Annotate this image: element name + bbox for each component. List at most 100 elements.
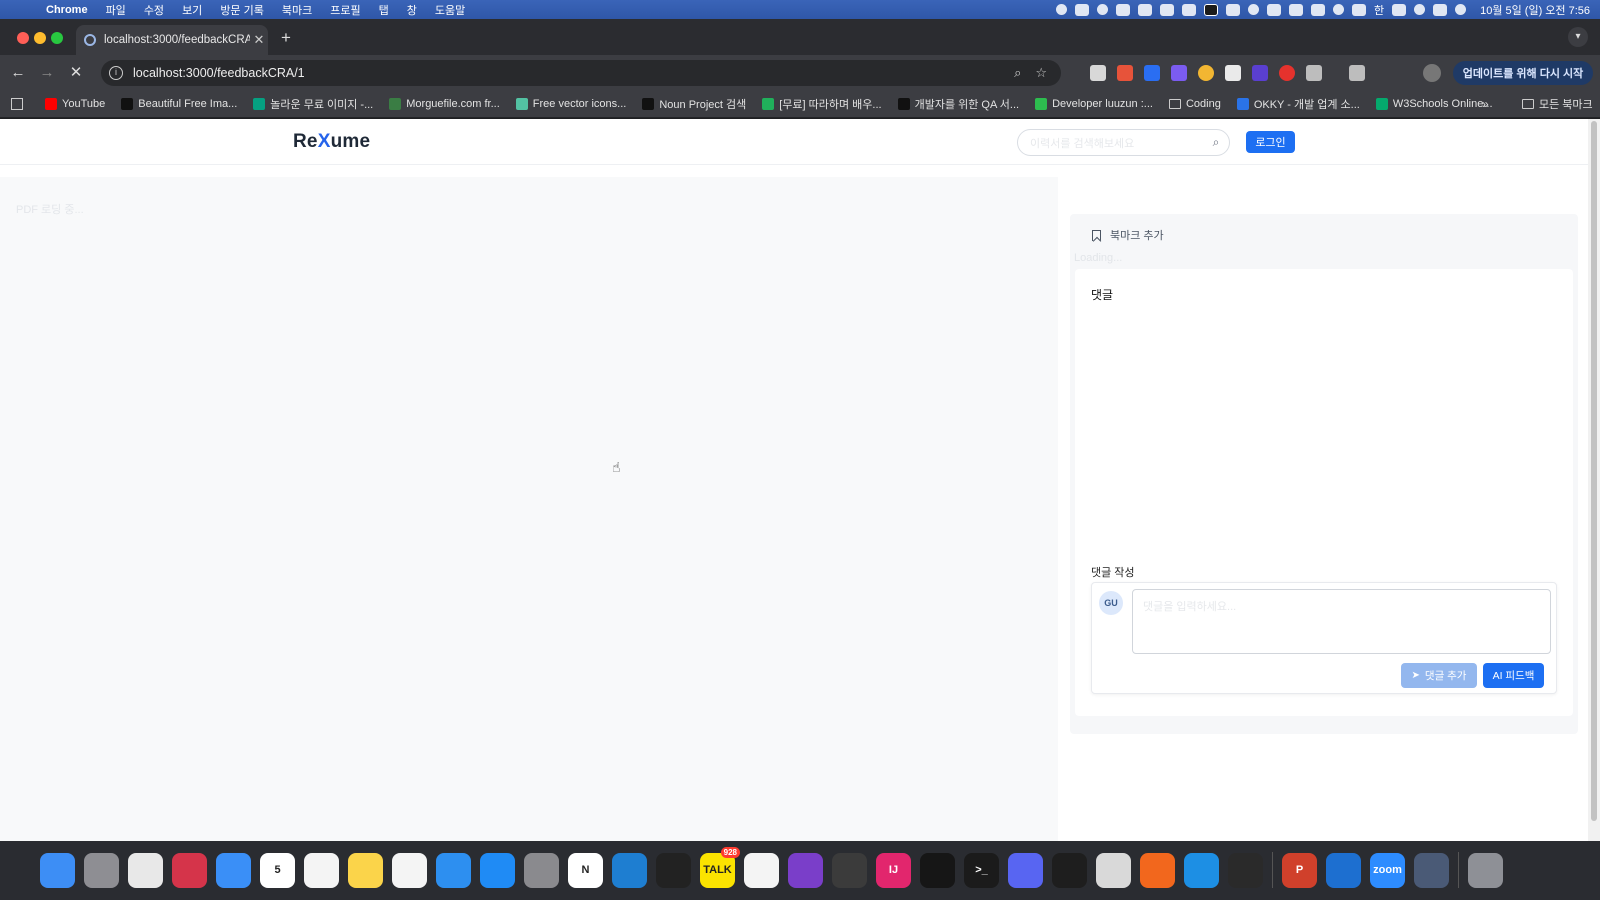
- menu-window[interactable]: 창: [407, 2, 417, 18]
- siri-icon[interactable]: [1455, 4, 1467, 15]
- profile-avatar[interactable]: [1423, 64, 1441, 82]
- all-bookmarks-folder[interactable]: 모든 북마크: [1522, 96, 1593, 112]
- dock-chatgpt-like-icon[interactable]: [832, 852, 867, 888]
- page-scrollbar[interactable]: [1588, 119, 1600, 841]
- dock-kakaotalk-icon[interactable]: TALK 928: [700, 846, 740, 888]
- dock-photo-booth-icon[interactable]: [172, 852, 207, 888]
- site-logo[interactable]: ReXume: [293, 131, 370, 153]
- notion-status-icon[interactable]: [1225, 3, 1240, 16]
- screen-share-icon[interactable]: [1074, 3, 1089, 16]
- site-search-input[interactable]: 이력서를 검색해보세요: [1030, 135, 1203, 151]
- zoom-status-icon[interactable]: [1137, 3, 1152, 16]
- bluetooth-icon[interactable]: [1310, 3, 1325, 16]
- comment-input[interactable]: [1132, 589, 1551, 654]
- cube-status-icon[interactable]: [1181, 3, 1196, 16]
- dock-blocked-app-icon[interactable]: [1096, 852, 1131, 888]
- bookmark-item[interactable]: OKKY - 개발 업계 소...: [1236, 96, 1360, 112]
- bookmark-item[interactable]: 놀라운 무료 이미지 -...: [253, 96, 373, 112]
- play-status-icon[interactable]: [1332, 4, 1344, 15]
- bookmark-item[interactable]: Free vector icons...: [515, 97, 626, 110]
- tab-close-icon[interactable]: ✕: [250, 32, 268, 48]
- back-arrow-icon[interactable]: ←: [8, 63, 28, 83]
- menu-history[interactable]: 방문 기록: [220, 2, 264, 18]
- extension-icon[interactable]: [1225, 65, 1241, 81]
- bookmark-item[interactable]: Beautiful Free Ima...: [121, 97, 237, 110]
- menu-edit[interactable]: 수정: [144, 2, 164, 18]
- dock-trash-icon[interactable]: [1468, 852, 1503, 888]
- dock-openai-icon[interactable]: [1228, 852, 1263, 888]
- dock-pencil-app-icon[interactable]: [1140, 852, 1175, 888]
- control-center-icon[interactable]: [1433, 3, 1448, 16]
- window-close-button[interactable]: [17, 32, 29, 44]
- menu-app-chrome[interactable]: Chrome: [46, 4, 88, 16]
- dock-slack-icon[interactable]: [744, 852, 779, 888]
- menu-file[interactable]: 파일: [106, 2, 126, 18]
- dock-intellij-icon[interactable]: IJ: [876, 852, 911, 888]
- bookmark-item[interactable]: [무료] 따라하며 배우...: [762, 96, 882, 112]
- menu-view[interactable]: 보기: [182, 2, 202, 18]
- dock-github-desktop-icon[interactable]: [788, 852, 823, 888]
- dock-notes-icon[interactable]: [348, 852, 383, 888]
- address-bar[interactable]: i localhost:3000/feedbackCRA/1 ⌕ ☆: [101, 60, 1061, 86]
- dock-terminal-icon[interactable]: >_: [964, 852, 999, 888]
- window-fullscreen-button[interactable]: [51, 32, 63, 44]
- dock-reminders-icon[interactable]: [304, 852, 339, 888]
- relaunch-update-button[interactable]: 업데이트를 위해 다시 시작: [1453, 61, 1593, 85]
- window-minimize-button[interactable]: [34, 32, 46, 44]
- extension-icon[interactable]: [1198, 65, 1214, 81]
- bookmark-item[interactable]: W3Schools Online...: [1375, 97, 1493, 110]
- extensions-puzzle-icon[interactable]: [1306, 65, 1322, 81]
- menu-tab[interactable]: 탭: [379, 2, 389, 18]
- status-dot-icon[interactable]: [1096, 4, 1108, 15]
- site-info-icon[interactable]: i: [109, 66, 123, 80]
- menubar-clock[interactable]: 10월 5일 (일) 오전 7:56: [1480, 2, 1590, 18]
- chat-status-icon[interactable]: [1247, 4, 1259, 15]
- tab-search-button[interactable]: ▾: [1568, 27, 1588, 47]
- bookmark-item[interactable]: Developer luuzun :...: [1035, 97, 1153, 110]
- apps-grid-icon[interactable]: [11, 97, 23, 110]
- volume-icon[interactable]: [1266, 3, 1281, 16]
- forward-arrow-icon[interactable]: →: [37, 63, 57, 83]
- stop-loading-icon[interactable]: ✕: [66, 63, 86, 83]
- bookmark-item[interactable]: Noun Project 검색: [642, 96, 746, 112]
- dock-figma-icon[interactable]: [1052, 852, 1087, 888]
- dock-system-settings-icon[interactable]: [524, 852, 559, 888]
- keyboard-icon[interactable]: [1288, 3, 1303, 16]
- dock-discord-icon[interactable]: [1008, 852, 1043, 888]
- dock-keynote-icon[interactable]: [436, 852, 471, 888]
- dock-notion-icon[interactable]: N: [568, 852, 603, 888]
- login-button[interactable]: 로그인: [1246, 131, 1295, 153]
- dock-docker-icon[interactable]: [1184, 852, 1219, 888]
- dock-powerpoint-icon[interactable]: P: [1282, 852, 1317, 888]
- side-panel-icon[interactable]: [1349, 65, 1365, 81]
- dock-mail-icon[interactable]: [216, 852, 251, 888]
- address-bar-url[interactable]: localhost:3000/feedbackCRA/1: [133, 66, 1014, 80]
- extension-icon[interactable]: [1117, 65, 1133, 81]
- dock-launchpad-icon[interactable]: [84, 852, 119, 888]
- record-status-icon[interactable]: [1055, 4, 1067, 15]
- new-tab-button[interactable]: +: [276, 28, 296, 48]
- bookmark-item[interactable]: Morguefile.com fr...: [389, 97, 500, 110]
- more-bookmarks-icon[interactable]: »: [1482, 97, 1489, 111]
- dock-unity-icon[interactable]: [656, 852, 691, 888]
- dock-zoom-icon[interactable]: zoom: [1370, 852, 1405, 888]
- menu-profiles[interactable]: 프로필: [330, 2, 360, 18]
- extension-icon[interactable]: [1144, 65, 1160, 81]
- search-icon[interactable]: ⌕: [1203, 135, 1229, 150]
- bookmark-star-icon[interactable]: ☆: [1035, 65, 1047, 81]
- dock-preview-icon[interactable]: [1414, 852, 1449, 888]
- spotlight-search-icon[interactable]: [1414, 4, 1426, 15]
- status-app-icon[interactable]: [1115, 3, 1130, 16]
- app-status-icon[interactable]: [1203, 3, 1218, 16]
- docker-status-icon[interactable]: [1159, 3, 1174, 16]
- zoom-icon[interactable]: ⌕: [1014, 65, 1021, 81]
- adblock-icon[interactable]: [1279, 65, 1295, 81]
- ai-feedback-button[interactable]: AI 피드백: [1483, 663, 1544, 688]
- browser-tab-active[interactable]: localhost:3000/feedbackCRA/ ✕: [76, 25, 268, 55]
- dock-finder-icon[interactable]: [40, 852, 75, 888]
- dock-app-store-icon[interactable]: [480, 852, 515, 888]
- dock-vscode-icon[interactable]: [612, 852, 647, 888]
- menu-bookmarks[interactable]: 북마크: [282, 2, 312, 18]
- wifi-icon[interactable]: [1392, 3, 1407, 16]
- scrollbar-thumb[interactable]: [1591, 121, 1597, 821]
